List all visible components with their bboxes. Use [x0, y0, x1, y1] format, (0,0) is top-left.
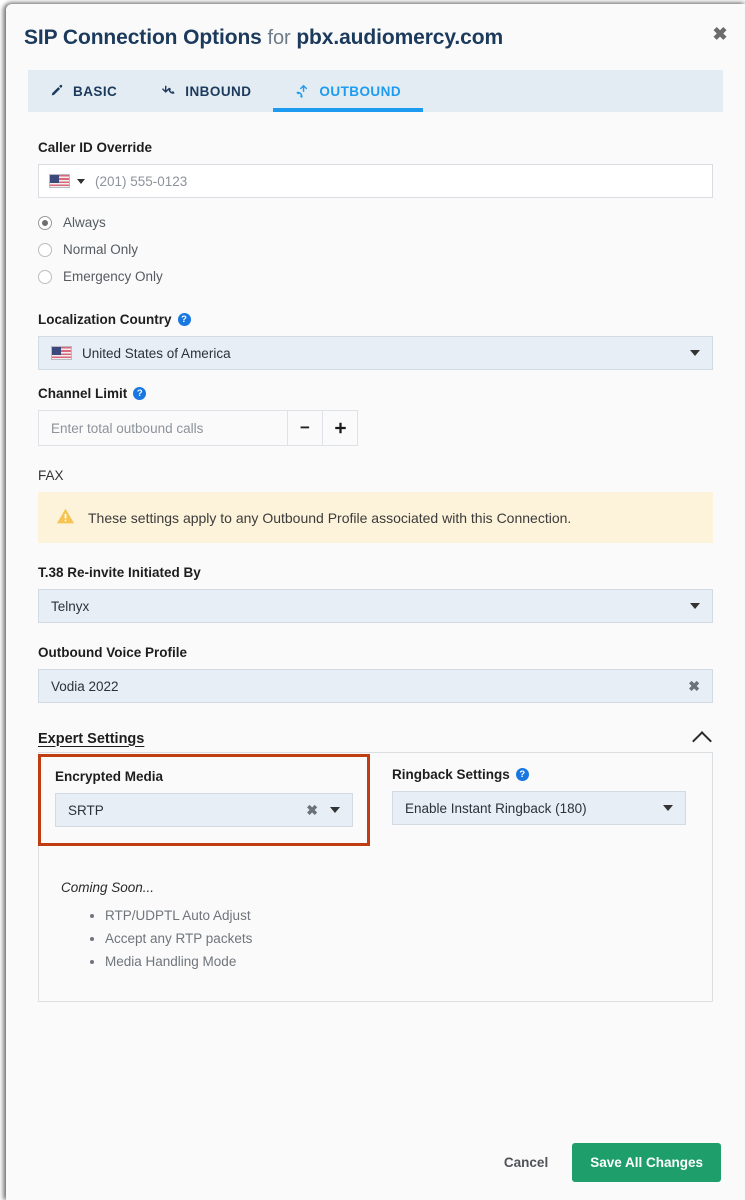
chevron-down-icon[interactable]	[330, 807, 340, 813]
channel-limit-increment-button[interactable]	[322, 411, 357, 445]
us-flag-icon	[49, 174, 70, 188]
tab-inbound-label: INBOUND	[185, 83, 252, 99]
close-icon[interactable]: ✖	[707, 21, 733, 47]
dialog-title-host: pbx.audiomercy.com	[296, 26, 504, 49]
chevron-down-icon[interactable]	[690, 350, 700, 356]
chevron-down-icon[interactable]	[663, 805, 673, 811]
radio-normal-only-label: Normal Only	[63, 242, 139, 257]
chevron-down-icon[interactable]	[77, 178, 85, 184]
fax-section-label: FAX	[38, 468, 64, 483]
save-all-changes-button[interactable]: Save All Changes	[572, 1143, 721, 1182]
tab-outbound-label: OUTBOUND	[319, 83, 402, 99]
list-item: Media Handling Mode	[105, 950, 696, 973]
encrypted-media-value: SRTP	[68, 802, 104, 818]
radio-emergency-only-indicator[interactable]	[38, 269, 52, 284]
outbound-voice-profile-select[interactable]: Vodia 2022 ✖	[38, 669, 713, 703]
encrypted-media-label: Encrypted Media	[55, 769, 164, 784]
clear-icon[interactable]: ✖	[306, 803, 318, 817]
coming-soon-label: Coming Soon...	[61, 880, 155, 895]
page-title: SIP Connection Options for pbx.audiomerc…	[24, 26, 721, 50]
t38-reinvite-label: T.38 Re-invite Initiated By	[38, 565, 201, 580]
caller-id-input-group[interactable]: (201) 555-0123	[38, 164, 713, 198]
t38-reinvite-value: Telnyx	[51, 598, 90, 614]
dialog-body: Caller ID Override (201) 555-0123 Always…	[6, 112, 745, 1002]
radio-emergency-only-label: Emergency Only	[63, 269, 163, 284]
ringback-settings-label-text: Ringback Settings	[392, 767, 510, 782]
channel-limit-label-text: Channel Limit	[38, 386, 128, 401]
caller-id-label: Caller ID Override	[38, 140, 153, 155]
warning-triangle-icon	[56, 507, 75, 528]
outbound-arrow-icon	[295, 84, 310, 98]
outbound-voice-profile-value: Vodia 2022	[51, 678, 119, 694]
tab-outbound[interactable]: OUTBOUND	[273, 70, 423, 112]
dialog-footer: Cancel Save All Changes	[500, 1143, 721, 1182]
outbound-voice-profile-label: Outbound Voice Profile	[38, 645, 188, 660]
channel-limit-label: Channel Limit ?	[38, 386, 713, 401]
channel-limit-stepper: −	[38, 410, 358, 446]
cancel-button[interactable]: Cancel	[500, 1147, 552, 1178]
localization-country-label: Localization Country ?	[38, 312, 713, 327]
chevron-up-icon[interactable]	[692, 731, 712, 751]
expert-settings-row: Encrypted Media SRTP ✖ Ringback Settings…	[38, 754, 696, 846]
help-icon[interactable]: ?	[133, 387, 147, 400]
list-item: RTP/UDPTL Auto Adjust	[105, 904, 696, 927]
caller-id-input[interactable]: (201) 555-0123	[95, 174, 187, 189]
help-icon[interactable]: ?	[177, 313, 191, 326]
tab-bar: BASIC INBOUND OUTBOUND	[28, 70, 723, 112]
radio-always-label: Always	[63, 215, 106, 230]
radio-always-indicator[interactable]	[38, 215, 52, 230]
expert-settings-toggle[interactable]: Expert Settings	[38, 729, 713, 752]
clear-icon[interactable]: ✖	[688, 679, 700, 693]
coming-soon-list: RTP/UDPTL Auto Adjust Accept any RTP pac…	[105, 904, 696, 974]
fax-warning-text: These settings apply to any Outbound Pro…	[88, 509, 572, 526]
ringback-settings-group: Ringback Settings ? Enable Instant Ringb…	[392, 767, 686, 825]
list-item: Accept any RTP packets	[105, 927, 696, 950]
sip-connection-options-dialog: SIP Connection Options for pbx.audiomerc…	[6, 4, 745, 1200]
us-flag-icon	[51, 346, 72, 360]
encrypted-media-highlight: Encrypted Media SRTP ✖	[38, 754, 370, 846]
tab-inbound[interactable]: INBOUND	[139, 70, 273, 112]
chevron-down-icon[interactable]	[690, 603, 700, 609]
tab-basic[interactable]: BASIC	[28, 70, 139, 112]
inbound-arrow-icon	[161, 84, 176, 98]
t38-reinvite-select[interactable]: Telnyx	[38, 589, 713, 623]
encrypted-media-select[interactable]: SRTP ✖	[55, 793, 353, 827]
fax-warning-banner: These settings apply to any Outbound Pro…	[38, 492, 713, 543]
expert-settings-title: Expert Settings	[38, 730, 145, 747]
pencil-icon	[50, 84, 64, 98]
radio-always[interactable]: Always	[38, 209, 713, 236]
localization-country-label-text: Localization Country	[38, 312, 172, 327]
expert-settings-panel: Encrypted Media SRTP ✖ Ringback Settings…	[38, 752, 713, 1002]
dialog-title-for: for	[267, 27, 291, 49]
dialog-title-main: SIP Connection Options	[24, 26, 262, 49]
ringback-settings-label: Ringback Settings ?	[392, 767, 686, 782]
channel-limit-input[interactable]	[39, 411, 287, 445]
channel-limit-decrement-button[interactable]: −	[287, 411, 322, 445]
caller-id-mode-group: Always Normal Only Emergency Only	[38, 209, 713, 290]
localization-country-value: United States of America	[82, 345, 231, 361]
help-icon[interactable]: ?	[515, 768, 529, 781]
ringback-settings-select[interactable]: Enable Instant Ringback (180)	[392, 791, 686, 825]
localization-country-select[interactable]: United States of America	[38, 336, 713, 370]
radio-normal-only[interactable]: Normal Only	[38, 236, 713, 263]
dialog-header: SIP Connection Options for pbx.audiomerc…	[6, 4, 745, 70]
radio-normal-only-indicator[interactable]	[38, 242, 52, 257]
ringback-settings-value: Enable Instant Ringback (180)	[405, 800, 587, 816]
radio-emergency-only[interactable]: Emergency Only	[38, 263, 713, 290]
tab-basic-label: BASIC	[73, 83, 118, 99]
